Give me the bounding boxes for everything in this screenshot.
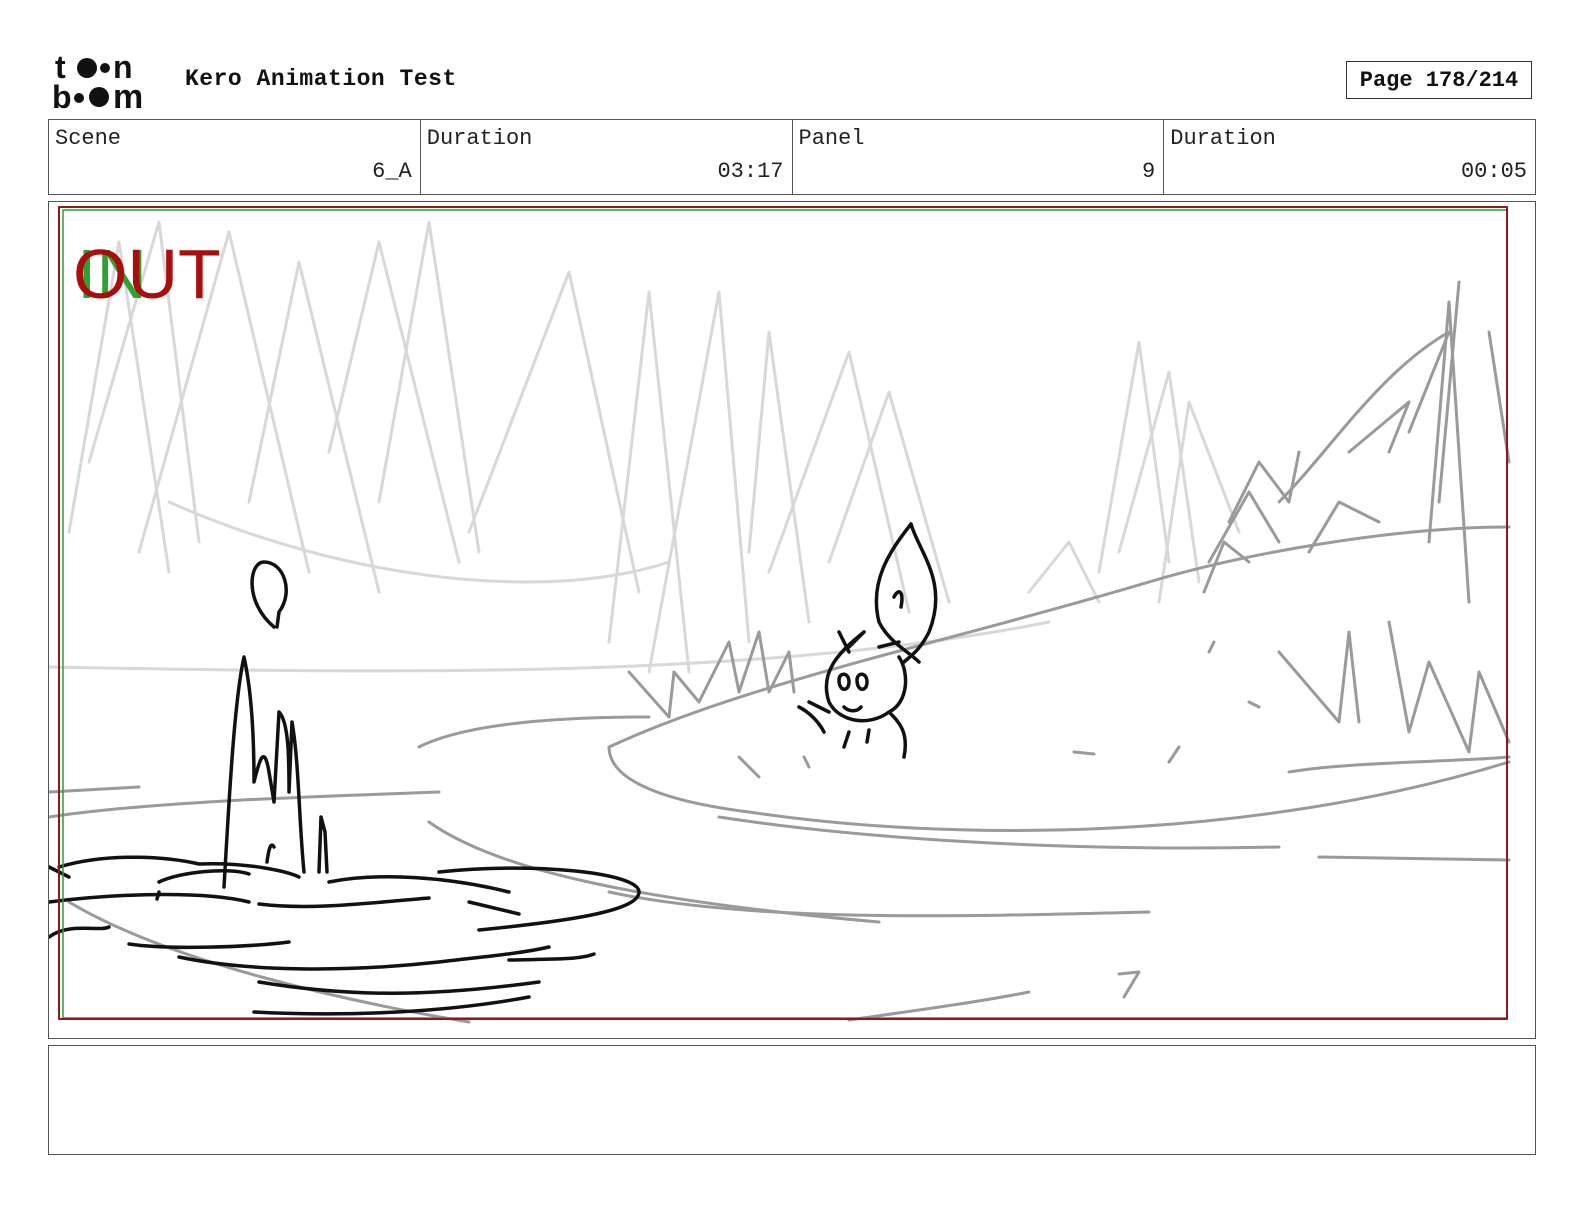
scene-duration-value: 03:17 [717,159,784,184]
panel-sketch: IN OUT [49,206,1511,1024]
panel-value: 9 [1142,159,1156,184]
scene-duration-label: Duration [426,126,533,151]
logo-dot [74,93,84,103]
background-trees [49,220,1241,674]
scene-duration-cell: Duration 03:17 [421,120,793,194]
panel-duration-value: 00:05 [1460,159,1527,184]
logo-dot [77,58,97,78]
scene-label: Scene [55,126,122,151]
scene-cell: Scene 6_A [49,120,421,194]
project-title: Kero Animation Test [185,66,457,92]
toon-boom-logo: t n b m [50,49,165,116]
storyboard-panel: IN OUT [48,201,1536,1039]
panel-cell: Panel 9 [793,120,1165,194]
out-frame-guide [58,206,1508,1020]
logo-dot [100,63,110,73]
page-number: Page 178/214 [1346,61,1532,99]
panel-notes [48,1045,1536,1155]
logo-dot [89,87,109,107]
foreground-pond [49,522,938,1016]
logo-b: b [52,79,72,112]
panel-info-table: Scene 6_A Duration 03:17 Panel 9 Duratio… [48,119,1536,195]
scene-value: 6_A [372,159,412,184]
panel-label: Panel [798,126,865,151]
logo-m: m [113,78,143,112]
panel-duration-cell: Duration 00:05 [1164,120,1535,194]
panel-duration-label: Duration [1170,126,1276,151]
out-marker: OUT [73,235,221,313]
toon-boom-logo-icon: t n b m [52,49,143,116]
